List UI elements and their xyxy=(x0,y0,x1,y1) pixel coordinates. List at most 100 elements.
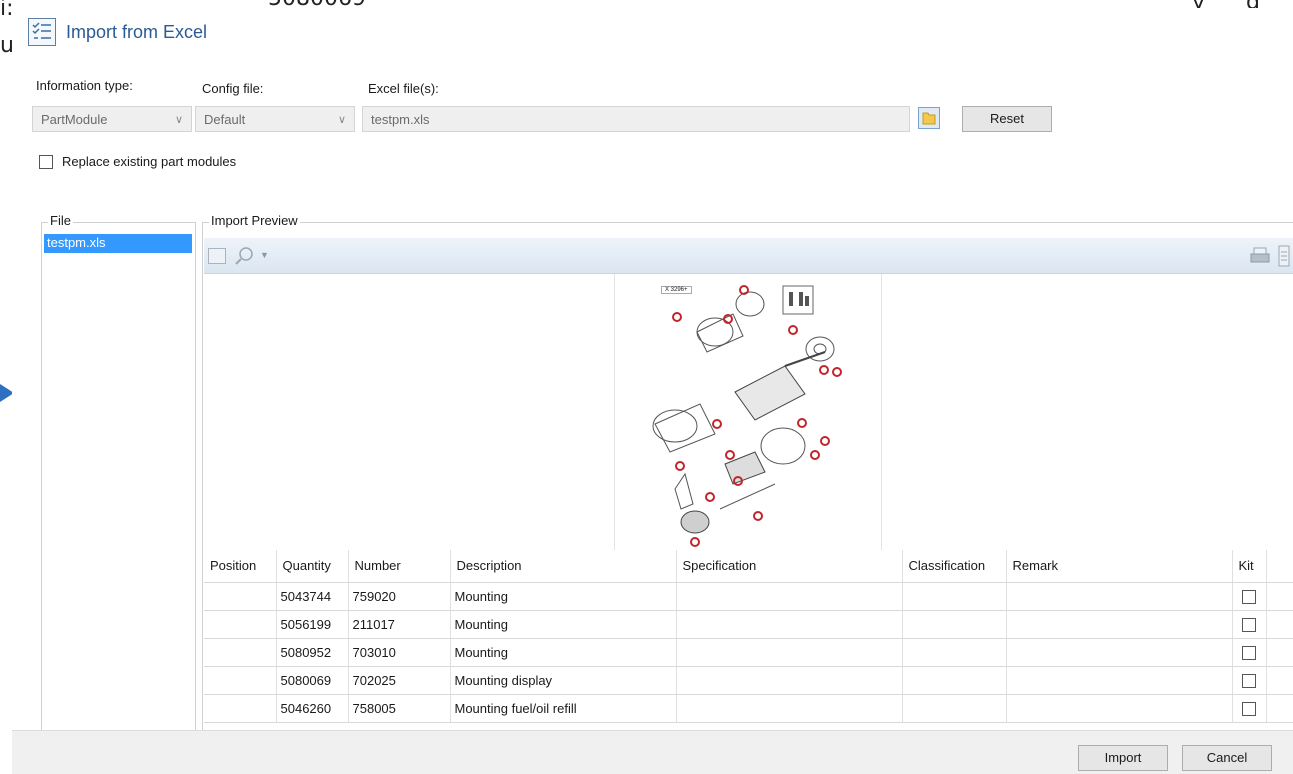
cell-specification xyxy=(676,694,903,723)
table-header-row: Position Quantity Number Description Spe… xyxy=(204,550,1293,583)
page-setup-icon[interactable] xyxy=(1278,245,1290,267)
column-header-classification[interactable]: Classification xyxy=(902,550,1007,583)
parts-table: Position Quantity Number Description Spe… xyxy=(204,550,1293,723)
cell-spacer xyxy=(1266,666,1293,695)
chevron-down-icon: ∨ xyxy=(337,114,346,126)
import-dialog: Import from Excel Information type: Conf… xyxy=(12,8,1293,774)
cell-description: Mounting xyxy=(450,638,677,667)
cell-number: 211017 xyxy=(348,610,451,639)
cell-classification xyxy=(902,638,1007,667)
cell-quantity: 5043744 xyxy=(276,582,349,611)
excel-files-input[interactable]: testpm.xls xyxy=(362,106,910,132)
cell-specification xyxy=(676,610,903,639)
cell-spacer xyxy=(1266,638,1293,667)
cell-kit xyxy=(1232,638,1267,667)
cell-remark xyxy=(1006,666,1233,695)
import-preview-title: Import Preview xyxy=(209,213,300,228)
cell-remark xyxy=(1006,694,1233,723)
import-button[interactable]: Import xyxy=(1078,745,1168,771)
cell-classification xyxy=(902,582,1007,611)
cell-classification xyxy=(902,666,1007,695)
cell-description: Mounting xyxy=(450,582,677,611)
exploded-parts-image xyxy=(652,285,842,547)
cell-position xyxy=(204,610,277,639)
column-header-specification[interactable]: Specification xyxy=(676,550,903,583)
cancel-button[interactable]: Cancel xyxy=(1182,745,1272,771)
chevron-down-icon: ∨ xyxy=(174,114,183,126)
column-header-kit[interactable]: Kit xyxy=(1232,550,1267,583)
cell-specification xyxy=(676,666,903,695)
config-file-value: Default xyxy=(204,112,246,127)
cell-specification xyxy=(676,582,903,611)
cell-spacer xyxy=(1266,582,1293,611)
cell-position xyxy=(204,666,277,695)
table-row[interactable]: 5080069 702025 Mounting display xyxy=(204,666,1293,695)
excel-files-label: Excel file(s): xyxy=(368,81,439,96)
zoom-dropdown-icon[interactable]: ▼ xyxy=(260,250,269,260)
cell-number: 703010 xyxy=(348,638,451,667)
browse-button[interactable] xyxy=(918,107,940,129)
cell-kit xyxy=(1232,694,1267,723)
cell-number: 759020 xyxy=(348,582,451,611)
thumbnail-icon[interactable] xyxy=(208,248,226,264)
information-type-label: Information type: xyxy=(36,78,133,93)
cell-number: 702025 xyxy=(348,666,451,695)
table-row[interactable]: 5046260 758005 Mounting fuel/oil refill xyxy=(204,694,1293,723)
dialog-footer: Import Cancel xyxy=(12,730,1293,774)
cell-classification xyxy=(902,610,1007,639)
excel-files-value: testpm.xls xyxy=(371,112,430,127)
table-row[interactable]: 5056199 211017 Mounting xyxy=(204,610,1293,639)
kit-checkbox[interactable] xyxy=(1242,673,1256,688)
drawing-label: X 3296+ xyxy=(661,286,692,294)
table-row[interactable]: 5080952 703010 Mounting xyxy=(204,638,1293,667)
information-type-select[interactable]: PartModule ∨ xyxy=(32,106,192,132)
cell-position xyxy=(204,638,277,667)
cell-remark xyxy=(1006,582,1233,611)
cell-number: 758005 xyxy=(348,694,451,723)
cell-quantity: 5080952 xyxy=(276,638,349,667)
cell-description: Mounting display xyxy=(450,666,677,695)
file-group-title: File xyxy=(48,213,73,228)
cell-kit xyxy=(1232,582,1267,611)
reset-button[interactable]: Reset xyxy=(962,106,1052,132)
cell-kit xyxy=(1232,666,1267,695)
cell-kit xyxy=(1232,610,1267,639)
config-file-select[interactable]: Default ∨ xyxy=(195,106,355,132)
cell-position xyxy=(204,582,277,611)
cell-description: Mounting xyxy=(450,610,677,639)
information-type-value: PartModule xyxy=(41,112,108,127)
kit-checkbox[interactable] xyxy=(1242,645,1256,660)
column-header-quantity[interactable]: Quantity xyxy=(276,550,349,583)
cell-position xyxy=(204,694,277,723)
column-header-number[interactable]: Number xyxy=(348,550,451,583)
cell-quantity: 5046260 xyxy=(276,694,349,723)
column-header-spacer xyxy=(1266,550,1293,583)
file-list-item[interactable]: testpm.xls xyxy=(44,234,192,253)
cell-description: Mounting fuel/oil refill xyxy=(450,694,677,723)
folder-icon xyxy=(922,112,936,125)
cell-classification xyxy=(902,694,1007,723)
column-header-description[interactable]: Description xyxy=(450,550,677,583)
column-header-remark[interactable]: Remark xyxy=(1006,550,1233,583)
kit-checkbox[interactable] xyxy=(1242,701,1256,716)
preview-toolbar: ▼ xyxy=(204,238,1293,274)
cell-quantity: 5056199 xyxy=(276,610,349,639)
cell-spacer xyxy=(1266,694,1293,723)
table-row[interactable]: 5043744 759020 Mounting xyxy=(204,582,1293,611)
kit-checkbox[interactable] xyxy=(1242,589,1256,604)
column-header-position[interactable]: Position xyxy=(204,550,277,583)
parts-drawing: X 3296+ xyxy=(614,274,882,550)
replace-existing-label: Replace existing part modules xyxy=(62,154,237,169)
file-group xyxy=(41,222,196,774)
kit-checkbox[interactable] xyxy=(1242,617,1256,632)
zoom-icon[interactable] xyxy=(234,246,256,266)
dialog-title: Import from Excel xyxy=(66,22,208,42)
cell-remark xyxy=(1006,610,1233,639)
cell-remark xyxy=(1006,638,1233,667)
print-icon[interactable] xyxy=(1250,246,1272,266)
file-list-item-label: testpm.xls xyxy=(47,235,106,250)
config-file-label: Config file: xyxy=(202,81,264,96)
cell-quantity: 5080069 xyxy=(276,666,349,695)
replace-existing-checkbox[interactable] xyxy=(39,155,53,169)
checklist-icon xyxy=(28,18,56,46)
